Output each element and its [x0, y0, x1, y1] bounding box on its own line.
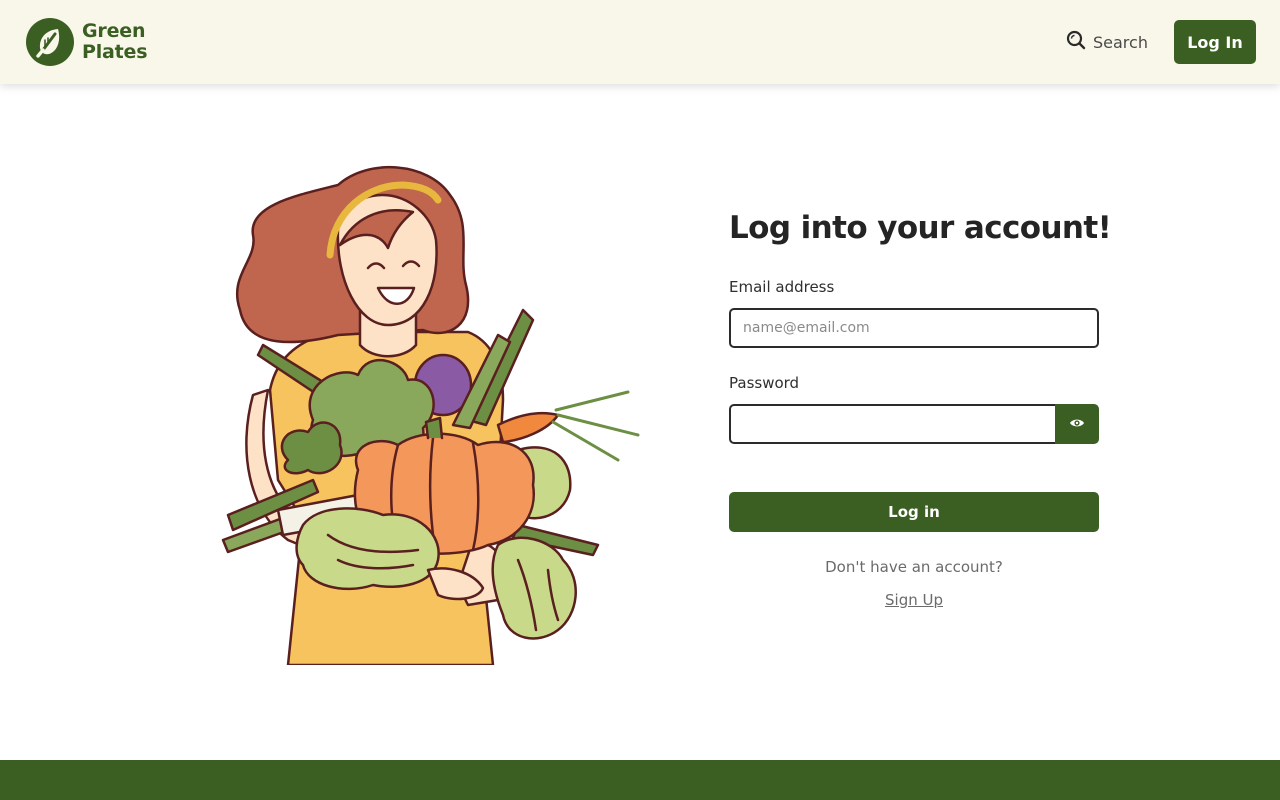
search-icon: [1066, 30, 1086, 54]
search-link[interactable]: Search: [1066, 30, 1148, 54]
search-label: Search: [1093, 32, 1148, 52]
eye-icon: [1069, 417, 1085, 432]
site-header: Green Plates Search Log In: [0, 0, 1280, 84]
password-field[interactable]: [729, 404, 1055, 444]
header-login-button[interactable]: Log In: [1174, 20, 1256, 64]
brand-name-line2: Plates: [82, 41, 148, 63]
no-account-text: Don't have an account?: [825, 558, 1003, 576]
login-form: Log into your account! Email address Pas…: [729, 210, 1112, 609]
brand-logo[interactable]: Green Plates: [26, 18, 148, 66]
brand-name-line1: Green: [82, 20, 146, 42]
woman-holding-vegetables-illustration: [218, 160, 648, 667]
site-footer: [0, 760, 1280, 800]
login-submit-button[interactable]: Log in: [729, 492, 1099, 532]
signup-link[interactable]: Sign Up: [729, 591, 1099, 609]
toggle-password-visibility-button[interactable]: [1055, 404, 1099, 444]
leaf-fork-icon: [26, 18, 74, 66]
brand-name: Green Plates: [82, 20, 148, 63]
email-field[interactable]: [729, 308, 1099, 348]
page-title: Log into your account!: [729, 210, 1112, 246]
password-label: Password: [729, 374, 800, 392]
email-label: Email address: [729, 278, 835, 296]
